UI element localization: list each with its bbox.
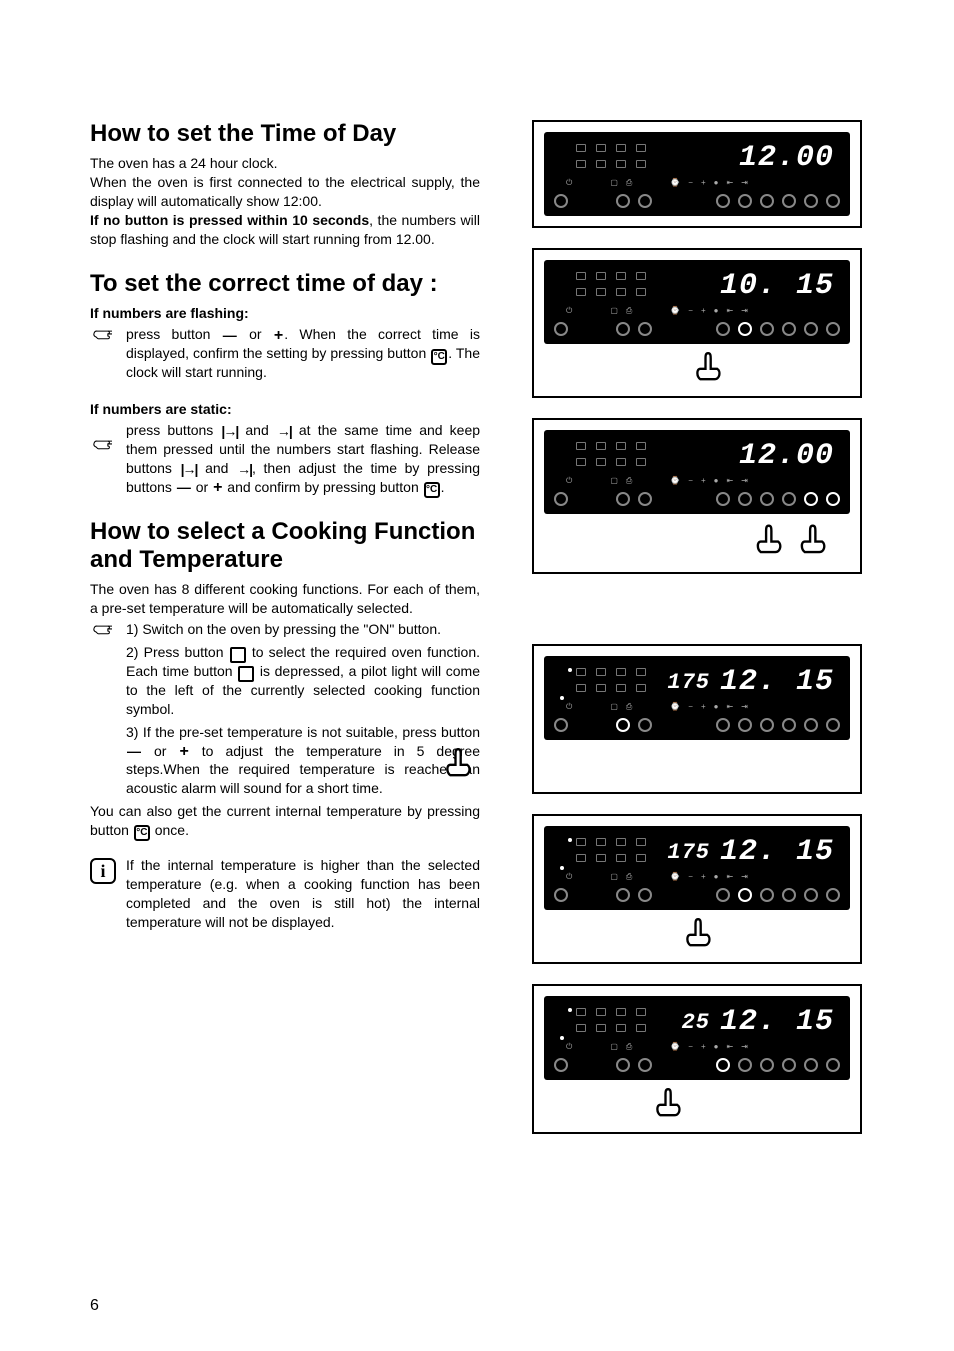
hand-press-icon (674, 342, 734, 386)
figure-panel-6: 25 12. 15 ⏻▢⎙⌚−+●⇤⇥ (532, 984, 862, 1134)
hand-press-icon (664, 908, 724, 952)
heading-set-correct-time: To set the correct time of day : (90, 270, 480, 298)
heading-cooking-function: How to select a Cooking Function and Tem… (90, 518, 480, 574)
function-button-icon (238, 666, 254, 682)
plus-icon (213, 480, 222, 496)
time-display: 12. 15 (710, 665, 840, 699)
temp-c-icon: °C (424, 482, 440, 498)
section-set-time-of-day: How to set the Time of Day The oven has … (90, 120, 480, 248)
text: If no button is pressed within 10 second… (90, 211, 480, 249)
plus-icon (179, 744, 188, 760)
minus-icon (127, 744, 141, 760)
temp-display: 25 (650, 1010, 710, 1035)
text: You can also get the current internal te… (90, 802, 480, 840)
step: press button or . When the correct time … (90, 325, 480, 382)
skip-start-icon (181, 461, 197, 477)
figure-panel-5: 175 12. 15 ⏻▢⎙⌚−+●⇤⇥ (532, 814, 862, 964)
section-select-function: How to select a Cooking Function and Tem… (90, 518, 480, 931)
time-display: 10. 15 (710, 269, 840, 303)
figure-panel-4: 175 12. 15 ⏻▢⎙⌚−+●⇤⇥ (532, 644, 862, 794)
hand-pointer-icon (90, 437, 116, 455)
text: When the oven is first connected to the … (90, 173, 480, 211)
page-number: 6 (90, 1297, 99, 1315)
temp-display: 175 (650, 840, 710, 865)
temp-display: 175 (650, 670, 710, 695)
minus-icon (223, 328, 237, 344)
sub-static: If numbers are static: (90, 400, 480, 419)
time-display: 12. 15 (710, 1005, 840, 1039)
time-display: 12.00 (710, 439, 840, 473)
skip-end-icon (237, 461, 251, 477)
heading-set-time: How to set the Time of Day (90, 120, 480, 148)
temp-c-icon: °C (431, 349, 447, 365)
step: 1) Switch on the oven by pressing the "O… (90, 620, 480, 798)
figure-panel-3: 12.00 ⏻▢⎙⌚−+●⇤⇥ (532, 418, 862, 574)
info-note: i If the internal temperature is higher … (90, 856, 480, 932)
skip-start-icon (221, 423, 237, 439)
plus-icon (274, 328, 283, 344)
time-display: 12.00 (710, 141, 840, 175)
hand-press-icon (424, 738, 484, 782)
skip-end-icon (277, 423, 291, 439)
function-button-icon (230, 647, 246, 663)
minus-icon (177, 480, 191, 496)
section-set-correct-time: To set the correct time of day : If numb… (90, 270, 480, 496)
text: The oven has 8 different cooking functio… (90, 580, 480, 618)
sub-flashing: If numbers are flashing: (90, 304, 480, 323)
hand-pointer-icon (90, 327, 116, 345)
step: press buttons and at the same time and k… (90, 421, 480, 497)
hand-press-icon (634, 1078, 694, 1122)
hand-press-icon (787, 514, 831, 562)
time-display: 12. 15 (710, 835, 840, 869)
info-icon: i (90, 858, 116, 884)
figure-panel-2: 10. 15 ⏻▢⎙⌚−+●⇤⇥ (532, 248, 862, 398)
hand-pointer-icon (90, 622, 116, 640)
temp-c-icon: °C (134, 825, 150, 841)
hand-press-icon (743, 514, 787, 562)
figure-panel-1: 12.00 ⏻▢⎙⌚−+●⇤⇥ (532, 120, 862, 228)
text: The oven has a 24 hour clock. (90, 154, 480, 173)
